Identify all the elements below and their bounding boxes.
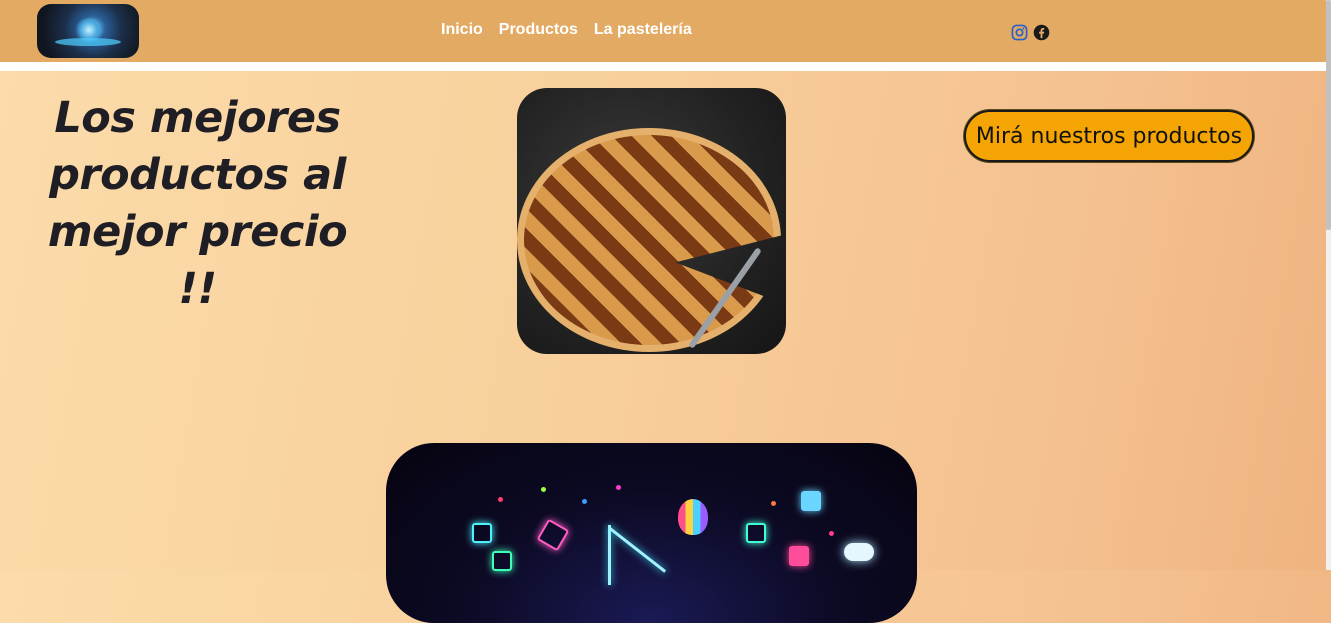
neon-triangle-edge bbox=[609, 527, 667, 573]
neon-dot bbox=[771, 501, 776, 506]
pie-shape bbox=[517, 128, 781, 352]
neon-dot bbox=[582, 499, 587, 504]
neon-cloud bbox=[844, 543, 874, 561]
neon-triangle-edge bbox=[608, 525, 611, 585]
main-nav: Inicio Productos La pastelería bbox=[441, 21, 692, 39]
neon-cube bbox=[789, 546, 809, 566]
logo[interactable] bbox=[37, 4, 139, 58]
scrollbar[interactable] bbox=[1326, 0, 1331, 570]
neon-cube bbox=[492, 551, 512, 571]
neon-cube bbox=[746, 523, 766, 543]
nav-link-productos[interactable]: Productos bbox=[499, 21, 578, 39]
neon-cube bbox=[801, 491, 821, 511]
neon-dot bbox=[616, 485, 621, 490]
nav-link-pasteleria[interactable]: La pastelería bbox=[594, 21, 692, 39]
hero-title: Los mejores productos al mejor precio !! bbox=[47, 93, 348, 314]
neon-cube bbox=[472, 523, 492, 543]
view-products-button[interactable]: Mirá nuestros productos bbox=[964, 110, 1254, 162]
navbar: Inicio Productos La pastelería bbox=[0, 0, 1326, 62]
neon-balloon bbox=[678, 499, 708, 535]
neon-illustration bbox=[386, 443, 917, 623]
nav-link-inicio[interactable]: Inicio bbox=[441, 21, 483, 39]
pie-image bbox=[517, 88, 786, 354]
neon-dot bbox=[498, 497, 503, 502]
neon-cube bbox=[536, 518, 570, 552]
navbar-divider bbox=[0, 62, 1326, 71]
scrollbar-thumb[interactable] bbox=[1326, 0, 1331, 230]
neon-dot bbox=[541, 487, 546, 492]
logo-base bbox=[55, 38, 121, 46]
neon-dot bbox=[829, 531, 834, 536]
social-links bbox=[1011, 24, 1050, 41]
facebook-icon[interactable] bbox=[1033, 24, 1050, 41]
instagram-icon[interactable] bbox=[1011, 24, 1028, 41]
